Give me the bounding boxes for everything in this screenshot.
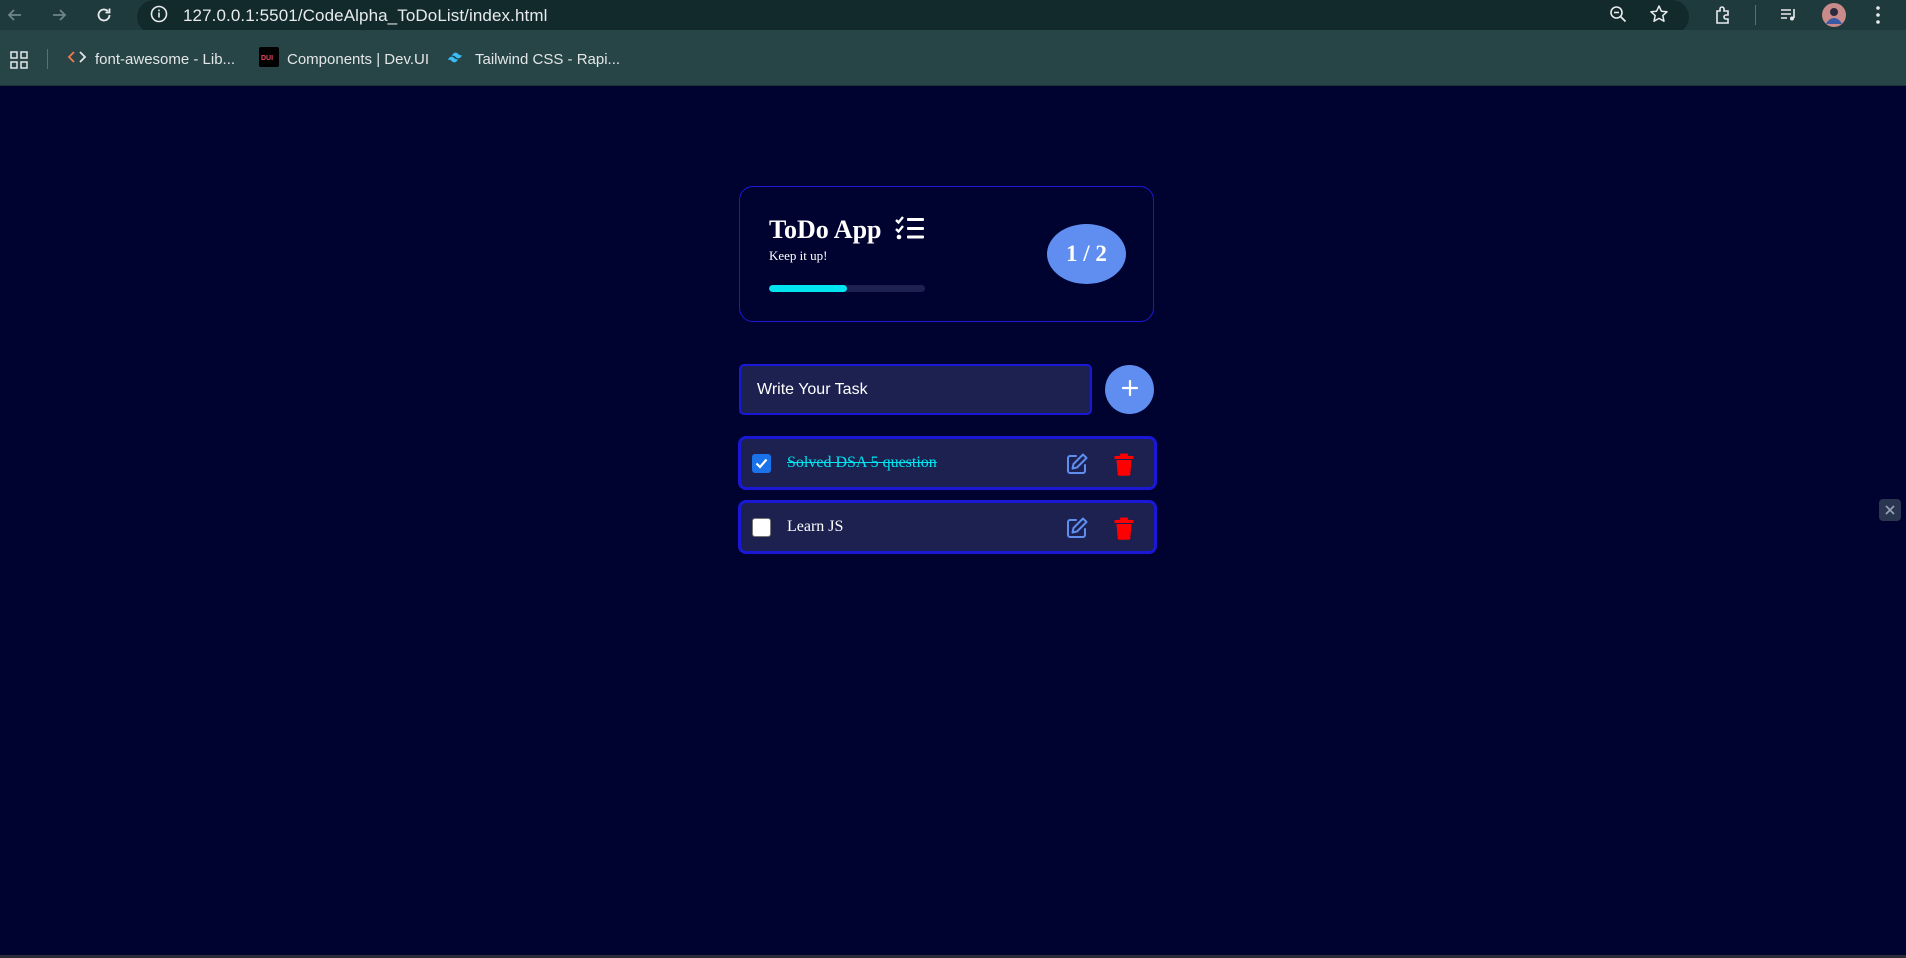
task-item: Learn JS	[738, 500, 1157, 554]
apps-grid-icon[interactable]	[7, 48, 31, 72]
add-task-button[interactable]	[1105, 365, 1154, 414]
edit-icon	[1065, 517, 1089, 544]
task-checkbox[interactable]	[752, 454, 771, 473]
list-check-icon	[895, 215, 925, 246]
bookmark-devui[interactable]: DUI Components | Dev.UI	[259, 47, 430, 71]
extensions-icon[interactable]	[1711, 3, 1735, 27]
svg-text:DUI: DUI	[261, 55, 273, 62]
stats-card: ToDo App Keep it up! 1 / 2	[739, 186, 1154, 322]
task-text: Solved DSA 5 question	[787, 454, 937, 471]
task-checkbox[interactable]	[752, 518, 771, 537]
bookmark-tailwind[interactable]: Tailwind CSS - Rapi...	[447, 49, 620, 69]
task-item: Solved DSA 5 question	[738, 436, 1157, 490]
reload-button[interactable]	[92, 3, 116, 27]
trash-icon	[1113, 453, 1135, 480]
dui-logo-icon: DUI	[259, 47, 279, 71]
task-input[interactable]	[739, 364, 1092, 415]
progress-bar	[769, 285, 925, 292]
profile-avatar[interactable]	[1822, 3, 1846, 27]
plus-icon	[1121, 379, 1139, 400]
bookmark-label: Components | Dev.UI	[287, 50, 430, 68]
toolbar-divider	[1755, 5, 1756, 25]
media-controls-icon[interactable]	[1777, 3, 1801, 27]
app-subtitle: Keep it up!	[769, 248, 828, 263]
task-text: Learn JS	[787, 518, 844, 535]
bookmark-font-awesome[interactable]: font-awesome - Lib...	[67, 49, 235, 69]
bookmark-label: font-awesome - Lib...	[95, 50, 236, 68]
delete-button[interactable]	[1113, 452, 1135, 476]
back-button[interactable]	[3, 3, 27, 27]
code-brackets-icon	[67, 49, 87, 69]
zoom-icon[interactable]	[1606, 2, 1630, 26]
task-counter: 1 / 2	[1047, 224, 1126, 284]
site-info-icon[interactable]	[147, 2, 171, 26]
edit-button[interactable]	[1065, 452, 1089, 476]
bookmark-star-icon[interactable]	[1647, 2, 1671, 26]
address-bar[interactable]: 127.0.0.1:5501/CodeAlpha_ToDoList/index.…	[137, 0, 1689, 34]
edit-button[interactable]	[1065, 516, 1089, 540]
edit-icon	[1065, 453, 1089, 480]
app-title: ToDo App	[769, 215, 882, 244]
browser-toolbar: 127.0.0.1:5501/CodeAlpha_ToDoList/index.…	[0, 0, 1906, 34]
delete-button[interactable]	[1113, 516, 1135, 540]
bookmarks-divider	[47, 49, 48, 69]
more-menu-icon[interactable]	[1866, 3, 1890, 27]
url-text: 127.0.0.1:5501/CodeAlpha_ToDoList/index.…	[183, 6, 548, 25]
side-panel-toggle-icon[interactable]	[1879, 499, 1901, 521]
bookmarks-bar: font-awesome - Lib... DUI Components | D…	[0, 30, 1906, 86]
progress-fill	[769, 285, 847, 292]
bookmark-label: Tailwind CSS - Rapi...	[475, 50, 621, 68]
trash-icon	[1113, 517, 1135, 544]
tailwind-logo-icon	[447, 50, 467, 68]
forward-button[interactable]	[47, 3, 71, 27]
